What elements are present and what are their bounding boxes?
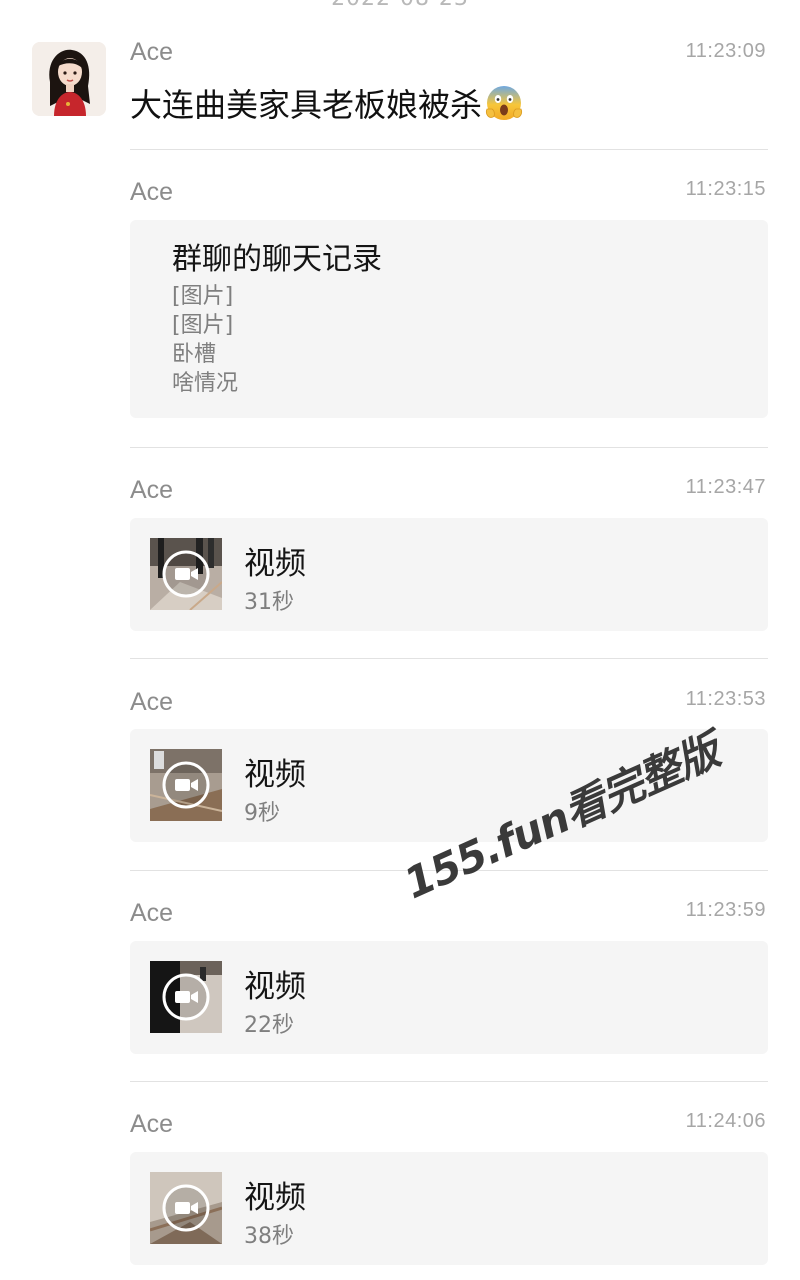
video-duration: 9秒 [244,801,280,826]
video-duration: 38秒 [244,1224,294,1249]
video-label: 视频 [244,546,306,582]
date-header: 2022-08-23 [0,0,800,11]
message-text-content: 大连曲美家具老板娘被杀 [130,86,483,124]
video-card[interactable]: 视频 22秒 [130,941,768,1054]
message-time: 11:23:15 [685,178,766,200]
message-time: 11:23:53 [685,688,766,710]
screaming-face-emoji [486,86,523,120]
video-label: 视频 [244,757,306,793]
video-duration: 22秒 [244,1013,294,1038]
video-thumbnail[interactable] [150,538,222,610]
message-divider [130,149,768,150]
video-thumbnail[interactable] [150,1172,222,1244]
avatar-image [32,42,106,116]
sender-name: Ace [130,899,174,927]
sender-name: Ace [130,476,174,504]
video-card[interactable]: 视频 38秒 [130,1152,768,1265]
video-label: 视频 [244,969,306,1005]
sender-name: Ace [130,38,174,66]
message-time: 11:23:47 [685,476,766,498]
video-thumbnail[interactable] [150,961,222,1033]
chat-record-line: [图片] [172,284,234,309]
video-thumbnail[interactable] [150,749,222,821]
avatar[interactable] [32,42,106,116]
message-time: 11:23:59 [685,899,766,921]
video-card[interactable]: 视频 31秒 [130,518,768,631]
sender-name: Ace [130,178,174,206]
message-video[interactable]: Ace 11:23:47 视频 31秒 [130,476,768,631]
message-time: 11:23:09 [685,40,766,62]
message-divider [130,1081,768,1082]
message-divider [130,658,768,659]
message-divider [130,447,768,448]
sender-name: Ace [130,1110,174,1138]
chat-record-line: [图片] [172,313,234,338]
message-text[interactable]: Ace 11:23:09 大连曲美家具老板娘被杀 [130,38,768,124]
chat-record-line: 卧槽 [172,342,217,367]
chat-record-card[interactable]: 群聊的聊天记录 [图片] [图片] 卧槽 啥情况 [130,220,768,418]
video-label: 视频 [244,1180,306,1216]
message-video[interactable]: Ace 11:23:59 视频 22秒 [130,899,768,1054]
message-time: 11:24:06 [685,1110,766,1132]
sender-name: Ace [130,688,174,716]
chat-record-line: 啥情况 [172,371,239,396]
chat-record-title: 群聊的聊天记录 [172,242,382,277]
video-duration: 31秒 [244,590,294,615]
message-video[interactable]: Ace 11:24:06 视频 38秒 [130,1110,768,1265]
message-chat-record[interactable]: Ace 11:23:15 群聊的聊天记录 [图片] [图片] 卧槽 啥情况 [130,178,768,418]
